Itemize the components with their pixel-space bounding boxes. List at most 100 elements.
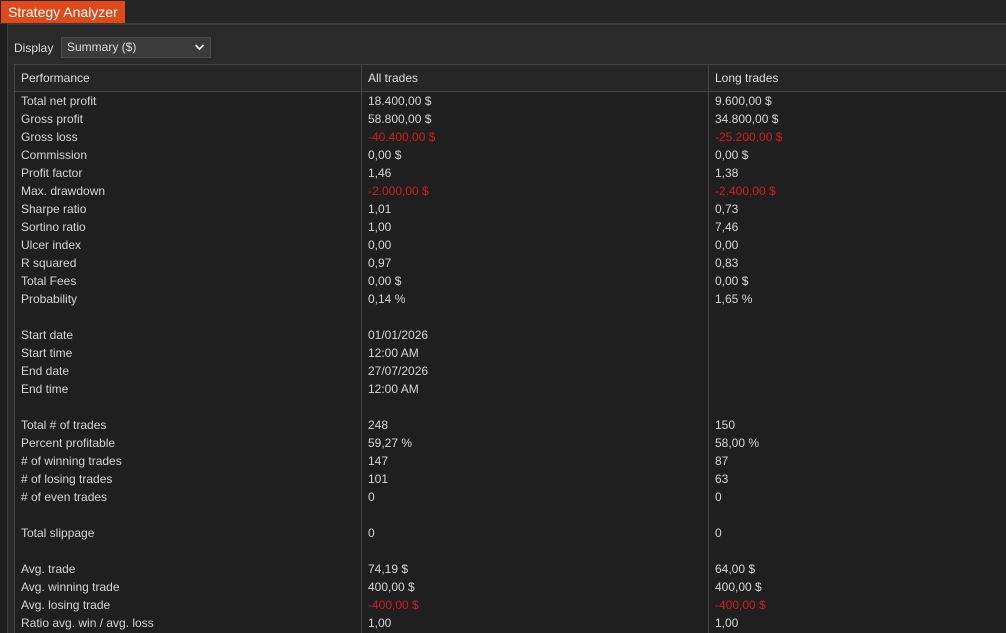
table-row[interactable]: Total net profit 18.400,00 $ 9.600,00 $ bbox=[15, 92, 1006, 110]
long-trades-value: 34.800,00 $ bbox=[715, 112, 779, 126]
metric-label: Profit factor bbox=[21, 166, 83, 180]
table-row[interactable] bbox=[15, 308, 1006, 326]
display-label: Display bbox=[14, 41, 54, 55]
table-row[interactable] bbox=[15, 398, 1006, 416]
all-trades-value: 58.800,00 $ bbox=[368, 112, 432, 126]
column-header-long-trades[interactable]: Long trades bbox=[715, 71, 778, 85]
all-trades-value: 0,00 $ bbox=[368, 148, 402, 162]
table-row[interactable]: Avg. losing trade -400,00 $ -400,00 $ bbox=[15, 596, 1006, 614]
all-trades-value: 400,00 $ bbox=[368, 580, 415, 594]
table-row[interactable]: Total # of trades 248 150 bbox=[15, 416, 1006, 434]
table-row[interactable]: Total Fees 0,00 $ 0,00 $ bbox=[15, 272, 1006, 290]
table-row[interactable]: Sortino ratio 1,00 7,46 bbox=[15, 218, 1006, 236]
table-row[interactable]: Gross profit 58.800,00 $ 34.800,00 $ bbox=[15, 110, 1006, 128]
table-row[interactable]: Gross loss -40.400,00 $ -25.200,00 $ bbox=[15, 128, 1006, 146]
metric-label: R squared bbox=[21, 256, 77, 270]
metric-label: End date bbox=[21, 364, 70, 378]
long-trades-value: 0,73 bbox=[715, 202, 739, 216]
table-row[interactable]: # of losing trades 101 63 bbox=[15, 470, 1006, 488]
long-trades-value: -400,00 $ bbox=[715, 598, 766, 612]
metric-label: Gross profit bbox=[21, 112, 84, 126]
all-trades-value: 1,01 bbox=[368, 202, 392, 216]
table-row[interactable]: Total slippage 0 0 bbox=[15, 524, 1006, 542]
long-trades-value: 1,65 % bbox=[715, 292, 753, 306]
metric-label: Sortino ratio bbox=[21, 220, 86, 234]
long-trades-value: 7,46 bbox=[715, 220, 739, 234]
metric-label: Avg. losing trade bbox=[21, 598, 111, 612]
column-header-all-trades[interactable]: All trades bbox=[368, 71, 418, 85]
metric-label: Ulcer index bbox=[21, 238, 82, 252]
metric-label: Start time bbox=[21, 346, 73, 360]
column-header-performance[interactable]: Performance bbox=[21, 71, 90, 85]
all-trades-value: -40.400,00 $ bbox=[368, 130, 436, 144]
all-trades-value: 0,14 % bbox=[368, 292, 406, 306]
metric-label: Sharpe ratio bbox=[21, 202, 87, 216]
long-trades-value: 1,38 bbox=[715, 166, 739, 180]
all-trades-value: 101 bbox=[368, 472, 389, 486]
table-row[interactable]: Avg. trade 74,19 $ 64,00 $ bbox=[15, 560, 1006, 578]
metric-label: Avg. winning trade bbox=[21, 580, 120, 594]
long-trades-value: 0 bbox=[715, 490, 722, 504]
table-row[interactable] bbox=[15, 506, 1006, 524]
all-trades-value: 12:00 AM bbox=[368, 346, 419, 360]
table-row[interactable]: Probability 0,14 % 1,65 % bbox=[15, 290, 1006, 308]
metric-label: Total slippage bbox=[21, 526, 95, 540]
window-title-tab[interactable]: Strategy Analyzer bbox=[1, 1, 125, 23]
long-trades-value: 0,83 bbox=[715, 256, 739, 270]
all-trades-value: 248 bbox=[368, 418, 389, 432]
long-trades-value: 0,00 $ bbox=[715, 274, 749, 288]
all-trades-value: 0 bbox=[368, 526, 375, 540]
metric-label: Max. drawdown bbox=[21, 184, 106, 198]
long-trades-value: 1,00 bbox=[715, 616, 739, 630]
long-trades-value: 0 bbox=[715, 526, 722, 540]
long-trades-value: -2.400,00 $ bbox=[715, 184, 776, 198]
display-select[interactable]: Summary ($) bbox=[61, 37, 211, 58]
all-trades-value: 01/01/2026 bbox=[368, 328, 429, 342]
table-row[interactable]: End time 12:00 AM bbox=[15, 380, 1006, 398]
all-trades-value: 1,00 bbox=[368, 220, 392, 234]
all-trades-value: 12:00 AM bbox=[368, 382, 419, 396]
all-trades-value: 1,00 bbox=[368, 616, 392, 630]
long-trades-value: 58,00 % bbox=[715, 436, 760, 450]
table-row[interactable]: Max. drawdown -2.000,00 $ -2.400,00 $ bbox=[15, 182, 1006, 200]
all-trades-value: 0,97 bbox=[368, 256, 392, 270]
metric-label: Commission bbox=[21, 148, 88, 162]
metric-label: # of even trades bbox=[21, 490, 108, 504]
table-row[interactable]: Sharpe ratio 1,01 0,73 bbox=[15, 200, 1006, 218]
metric-label: # of winning trades bbox=[21, 454, 122, 468]
title-bar: Strategy Analyzer bbox=[0, 0, 1006, 24]
table-row[interactable] bbox=[15, 542, 1006, 560]
table-row[interactable]: Commission 0,00 $ 0,00 $ bbox=[15, 146, 1006, 164]
metric-label: Avg. trade bbox=[21, 562, 76, 576]
long-trades-value: 400,00 $ bbox=[715, 580, 762, 594]
table-row[interactable]: Start date 01/01/2026 bbox=[15, 326, 1006, 344]
table-row[interactable]: R squared 0,97 0,83 bbox=[15, 254, 1006, 272]
all-trades-value: 0,00 $ bbox=[368, 274, 402, 288]
table-row[interactable]: Start time 12:00 AM bbox=[15, 344, 1006, 362]
long-trades-value: 0,00 $ bbox=[715, 148, 749, 162]
long-trades-value: -25.200,00 $ bbox=[715, 130, 783, 144]
table-row[interactable]: Profit factor 1,46 1,38 bbox=[15, 164, 1006, 182]
metric-label: Gross loss bbox=[21, 130, 78, 144]
chevron-down-icon bbox=[194, 38, 205, 64]
table-row[interactable]: # of even trades 0 0 bbox=[15, 488, 1006, 506]
metric-label: Probability bbox=[21, 292, 78, 306]
table-row[interactable]: # of winning trades 147 87 bbox=[15, 452, 1006, 470]
long-trades-value: 9.600,00 $ bbox=[715, 94, 772, 108]
all-trades-value: 0 bbox=[368, 490, 375, 504]
metric-label: Total net profit bbox=[21, 94, 97, 108]
all-trades-value: 1,46 bbox=[368, 166, 392, 180]
table-row[interactable]: Avg. winning trade 400,00 $ 400,00 $ bbox=[15, 578, 1006, 596]
all-trades-value: 27/07/2026 bbox=[368, 364, 429, 378]
table-row[interactable]: End date 27/07/2026 bbox=[15, 362, 1006, 380]
table-row[interactable]: Percent profitable 59,27 % 58,00 % bbox=[15, 434, 1006, 452]
metric-label: End time bbox=[21, 382, 69, 396]
metric-label: # of losing trades bbox=[21, 472, 113, 486]
all-trades-value: -2.000,00 $ bbox=[368, 184, 429, 198]
table-row[interactable]: Ratio avg. win / avg. loss 1,00 1,00 bbox=[15, 614, 1006, 632]
performance-grid: Performance All trades Long trades Total… bbox=[14, 64, 1006, 633]
metric-label: Start date bbox=[21, 328, 74, 342]
table-row[interactable]: Ulcer index 0,00 0,00 bbox=[15, 236, 1006, 254]
all-trades-value: 147 bbox=[368, 454, 389, 468]
metric-label: Total # of trades bbox=[21, 418, 107, 432]
